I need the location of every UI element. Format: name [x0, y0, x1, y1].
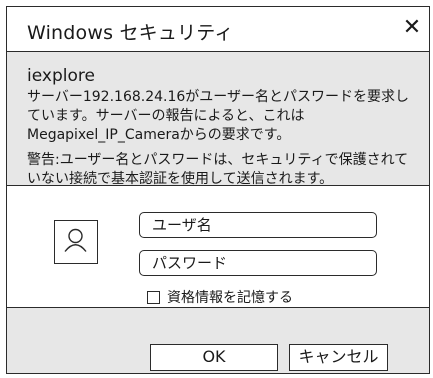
close-icon[interactable]: ✕ — [399, 15, 425, 41]
warning-message: 警告:ユーザー名とパスワードは、セキュリティで保護されていない接続で基本認証を使… — [27, 152, 409, 187]
username-input[interactable] — [139, 212, 377, 238]
title-bar: Windows セキュリティ ✕ — [7, 7, 429, 52]
request-message: サーバー192.168.24.16がユーザー名とパスワードを要求しています。サー… — [27, 89, 410, 143]
cancel-button[interactable]: キャンセル — [289, 344, 388, 371]
ok-button[interactable]: OK — [150, 344, 278, 371]
dialog-title: Windows セキュリティ — [27, 22, 234, 44]
password-input[interactable] — [139, 250, 377, 276]
remember-label: 資格情報を記憶する — [167, 290, 293, 306]
app-name: iexplore — [27, 66, 95, 86]
remember-credentials[interactable]: 資格情報を記憶する — [147, 287, 293, 307]
credentials-panel: 資格情報を記憶する — [7, 185, 429, 308]
security-dialog: Windows セキュリティ ✕ iexplore サーバー192.168.24… — [6, 6, 430, 374]
message-area: iexplore サーバー192.168.24.16がユーザー名とパスワードを要… — [27, 65, 419, 189]
remember-checkbox[interactable] — [147, 290, 160, 304]
user-icon — [54, 220, 98, 264]
